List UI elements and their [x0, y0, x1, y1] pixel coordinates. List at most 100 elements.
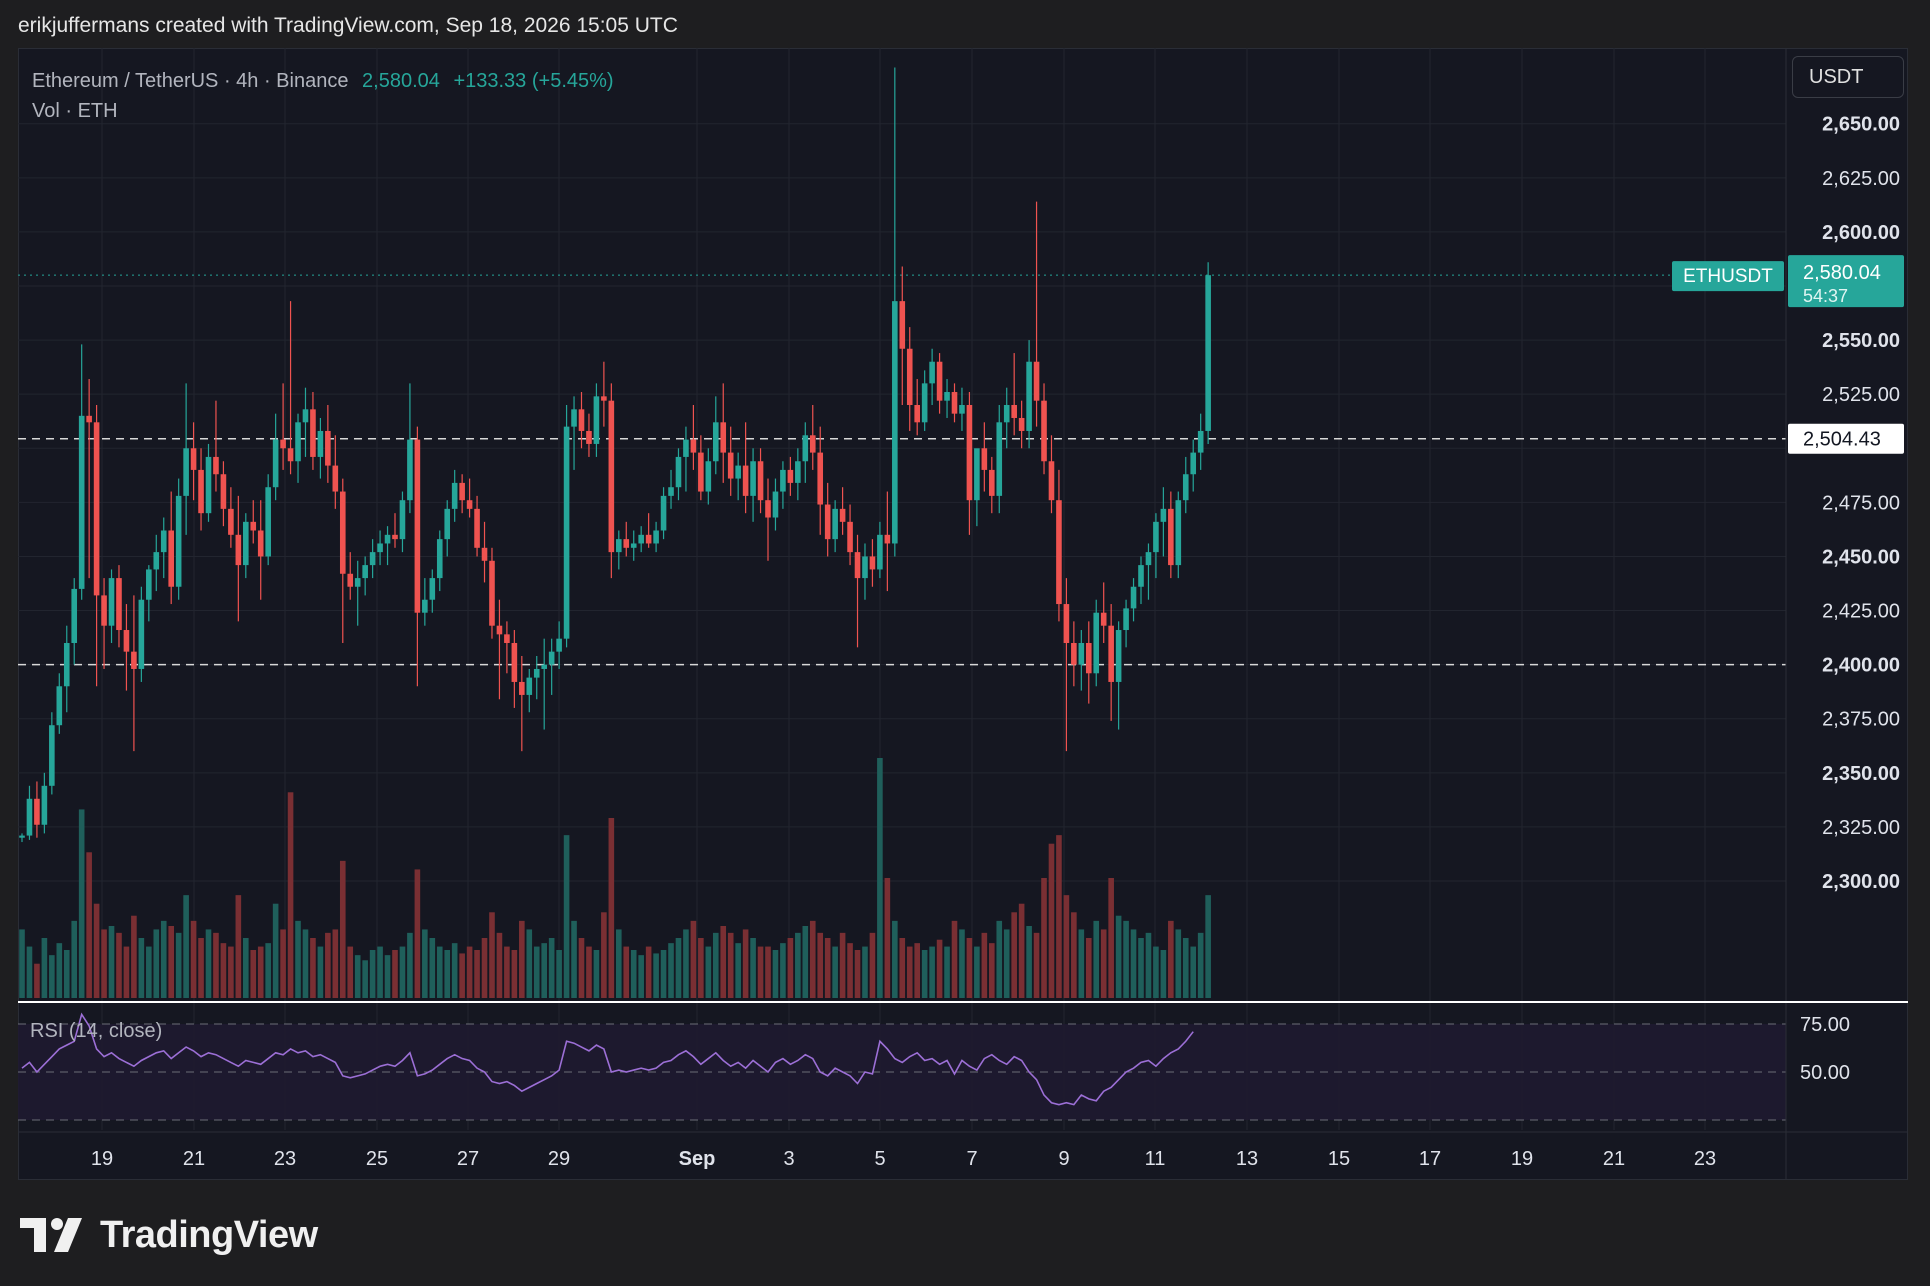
x-tick-label: Sep	[679, 1148, 716, 1170]
volume-bar	[989, 943, 995, 998]
volume-bar	[847, 943, 853, 998]
volume-bar	[906, 946, 913, 998]
volume-bar	[519, 920, 525, 998]
rsi-label: RSI (14, close)	[30, 1020, 163, 1042]
volume-bar	[153, 929, 160, 998]
candle-body	[1093, 612, 1100, 674]
candle-body	[720, 422, 727, 453]
candle-body	[519, 681, 525, 695]
volume-bar	[325, 932, 331, 998]
volume-bar	[466, 946, 473, 998]
volume-bar	[921, 950, 928, 998]
volume-bar	[1026, 926, 1032, 998]
candle-body	[586, 430, 592, 444]
volume-bar	[459, 953, 465, 998]
candle-body	[459, 482, 465, 501]
candle-body	[765, 500, 771, 518]
price-chart[interactable]: 2,650.00 2,625.00 2,600.00 2,550.00 2,525.00…	[0, 0, 1930, 1286]
volume-bar	[877, 758, 883, 998]
volume-bar	[63, 950, 70, 998]
x-tick-label: 21	[183, 1148, 205, 1170]
volume-bar	[474, 950, 480, 998]
candle-body	[1018, 417, 1025, 431]
tradingview-logo[interactable]: TradingView	[20, 1213, 318, 1256]
volume-bar	[138, 938, 145, 998]
candle-body	[817, 452, 824, 505]
volume-bar	[772, 950, 779, 998]
candle-body	[93, 422, 100, 596]
candle-body	[556, 638, 562, 652]
candle-body	[377, 543, 383, 553]
candle-body	[802, 435, 809, 462]
volume-bar	[914, 943, 920, 998]
x-tick-label: 15	[1328, 1148, 1350, 1170]
volume-bar	[369, 950, 376, 998]
volume-bar	[1145, 932, 1152, 998]
candle-body	[1175, 500, 1182, 566]
volume-bar	[407, 932, 413, 998]
candle-body	[504, 634, 510, 643]
volume-bar	[1100, 929, 1107, 998]
y-tick-label: 2,325.00	[1822, 817, 1900, 839]
y-tick-label: 2,400.00	[1822, 655, 1900, 677]
volume-bar	[817, 932, 824, 998]
x-tick-label: 23	[274, 1148, 296, 1170]
candle-body	[623, 539, 630, 548]
candle-body	[190, 448, 197, 470]
candle-body	[1182, 474, 1189, 501]
candle-body	[735, 465, 741, 479]
candle-body	[1168, 508, 1174, 566]
currency-button[interactable]: USDT	[1792, 56, 1904, 98]
candle-body	[772, 491, 779, 518]
volume-bar	[944, 946, 950, 998]
candle-body	[854, 552, 861, 579]
candle-body	[466, 500, 473, 509]
volume-bar	[26, 946, 33, 998]
volume-bar	[1003, 929, 1010, 998]
candle-body	[541, 664, 547, 669]
candle-body	[936, 361, 943, 401]
candle-body	[153, 552, 160, 570]
last-price-tag: 2,580.04	[1803, 262, 1881, 284]
volume-bar	[1182, 938, 1189, 998]
candle-body	[571, 409, 577, 427]
volume-bar	[41, 938, 48, 998]
y-tick-label: 2,625.00	[1822, 168, 1900, 190]
volume-bar	[1160, 950, 1167, 998]
volume-bar	[220, 943, 227, 998]
candle-body	[250, 521, 257, 531]
candle-body	[474, 508, 480, 548]
candle-body	[34, 798, 40, 825]
x-tick-label: 7	[966, 1148, 977, 1170]
candle-body	[287, 448, 294, 462]
brand-name: TradingView	[100, 1213, 318, 1256]
volume-bar	[287, 792, 294, 998]
candle-body	[138, 599, 145, 669]
volume-bar	[451, 943, 458, 998]
volume-bar	[668, 943, 674, 998]
candle-body	[533, 668, 540, 678]
volume-bar	[675, 938, 682, 998]
candle-body	[205, 456, 212, 514]
candle-body	[824, 504, 831, 540]
x-tick-label: 29	[548, 1148, 570, 1170]
candle-body	[407, 439, 413, 501]
candle-body	[616, 539, 622, 553]
candle-body	[1048, 461, 1055, 501]
rsi-tick-label: 75.00	[1800, 1014, 1850, 1036]
candle-body	[86, 415, 92, 423]
candle-body	[496, 625, 503, 635]
volume-bar	[504, 946, 510, 998]
volume-bar	[735, 943, 741, 998]
candle-body	[832, 508, 838, 540]
candle-body	[608, 400, 615, 553]
candle-body	[892, 301, 898, 544]
candle-body	[1033, 361, 1040, 401]
candle-body	[921, 383, 928, 423]
volume-bar	[175, 932, 182, 998]
candle-body	[1130, 586, 1137, 609]
candle-body	[228, 508, 234, 535]
candle-body	[996, 422, 1003, 496]
volume-bar	[1153, 946, 1159, 998]
volume-bar	[548, 938, 555, 998]
